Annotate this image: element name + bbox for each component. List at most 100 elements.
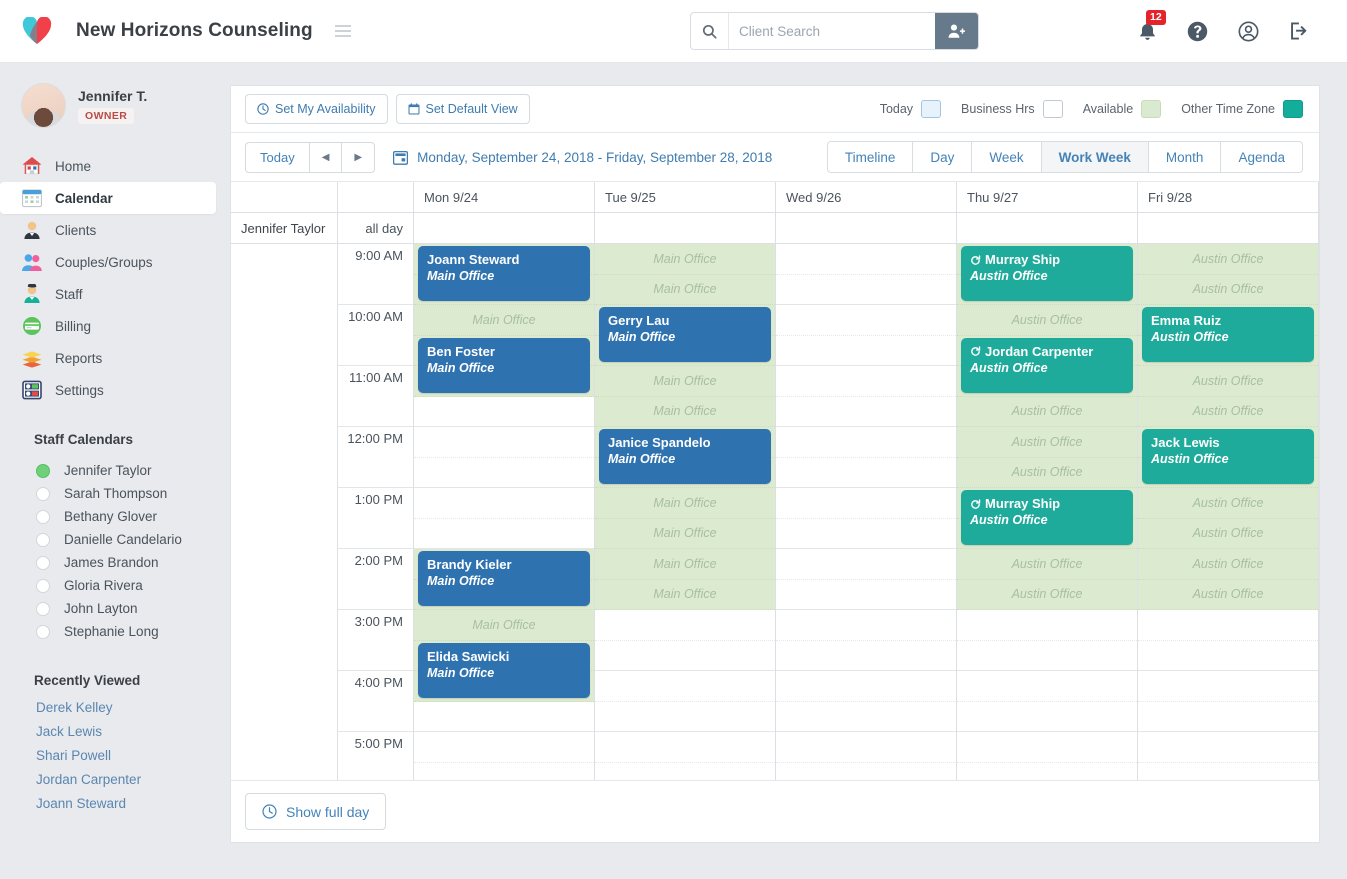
hour-slot[interactable] [414,488,594,549]
calendar-event[interactable]: Emma RuizAustin Office [1142,307,1314,362]
hour-slot[interactable] [1138,671,1318,732]
recently-viewed-link[interactable]: Jordan Carpenter [36,772,230,787]
all-day-cell[interactable] [957,213,1138,243]
hour-slot[interactable] [595,671,775,732]
hour-slot[interactable] [776,549,956,610]
calendar-event[interactable]: Janice SpandeloMain Office [599,429,771,484]
staff-calendar-item[interactable]: Danielle Candelario [0,528,230,551]
sidebar-item-calendar[interactable]: Calendar [0,182,216,214]
day-column[interactable]: Austin OfficeAustin OfficeAustin OfficeA… [957,244,1138,780]
hour-slot[interactable] [1138,610,1318,671]
availability-slot[interactable]: Austin Office [1138,366,1318,397]
availability-slot[interactable]: Main Office [414,610,594,641]
tab-day[interactable]: Day [912,141,972,173]
hour-slot[interactable] [595,732,775,780]
availability-slot[interactable]: Main Office [595,580,775,611]
hour-slot[interactable] [776,427,956,488]
availability-slot[interactable]: Austin Office [1138,519,1318,550]
calendar-event[interactable]: Murray ShipAustin Office [961,490,1133,545]
calendar-scroll-area[interactable]: Mon 9/24Tue 9/25Wed 9/26Thu 9/27Fri 9/28… [231,182,1319,780]
availability-slot[interactable]: Main Office [595,244,775,275]
availability-slot[interactable]: Austin Office [1138,397,1318,428]
calendar-event[interactable]: Jack LewisAustin Office [1142,429,1314,484]
recently-viewed-link[interactable]: Derek Kelley [36,700,230,715]
hour-slot[interactable] [414,427,594,488]
hamburger-icon[interactable] [335,25,351,37]
hour-slot[interactable] [957,610,1137,671]
calendar-event[interactable]: Brandy KielerMain Office [418,551,590,606]
tab-work-week[interactable]: Work Week [1041,141,1149,173]
hour-slot[interactable] [776,610,956,671]
calendar-event[interactable]: Joann StewardMain Office [418,246,590,301]
next-period-button[interactable]: ▶ [341,142,375,173]
availability-slot[interactable]: Austin Office [957,427,1137,458]
staff-calendar-item[interactable]: Gloria Rivera [0,574,230,597]
tab-agenda[interactable]: Agenda [1220,141,1303,173]
all-day-cell[interactable] [595,213,776,243]
availability-slot[interactable]: Austin Office [1138,549,1318,580]
bell-icon[interactable]: 12 [1138,21,1157,41]
hour-slot[interactable] [1138,732,1318,780]
availability-slot[interactable]: Austin Office [1138,275,1318,306]
availability-slot[interactable]: Main Office [595,397,775,428]
staff-calendar-item[interactable]: James Brandon [0,551,230,574]
staff-color-toggle[interactable] [36,625,50,639]
staff-color-toggle[interactable] [36,510,50,524]
availability-slot[interactable]: Main Office [595,519,775,550]
hour-slot[interactable] [776,488,956,549]
tab-week[interactable]: Week [971,141,1041,173]
availability-slot[interactable]: Main Office [595,275,775,306]
availability-slot[interactable]: Main Office [595,549,775,580]
availability-slot[interactable]: Austin Office [957,397,1137,428]
set-default-view-button[interactable]: Set Default View [396,94,530,124]
calendar-event[interactable]: Elida SawickiMain Office [418,643,590,698]
hour-slot[interactable] [776,244,956,305]
availability-slot[interactable]: Main Office [595,366,775,397]
add-user-icon[interactable] [935,13,978,49]
logout-icon[interactable] [1289,21,1309,41]
all-day-cell[interactable] [1138,213,1319,243]
sidebar-item-reports[interactable]: Reports [0,342,216,374]
calendar-event[interactable]: Murray ShipAustin Office [961,246,1133,301]
availability-slot[interactable]: Main Office [595,488,775,519]
recently-viewed-link[interactable]: Jack Lewis [36,724,230,739]
all-day-cell[interactable] [776,213,957,243]
profile-summary[interactable]: Jennifer T. OWNER [0,83,230,128]
all-day-cell[interactable] [414,213,595,243]
day-column[interactable]: Main OfficeMain OfficeMain OfficeMain Of… [595,244,776,780]
availability-slot[interactable]: Austin Office [1138,488,1318,519]
calendar-event[interactable]: Ben FosterMain Office [418,338,590,393]
hour-slot[interactable] [776,305,956,366]
staff-calendar-item[interactable]: Jennifer Taylor [0,459,230,482]
sidebar-item-clients[interactable]: Clients [0,214,216,246]
hour-slot[interactable] [776,671,956,732]
today-button[interactable]: Today [245,142,310,173]
staff-calendar-item[interactable]: Bethany Glover [0,505,230,528]
availability-slot[interactable]: Austin Office [957,549,1137,580]
hour-slot[interactable] [776,732,956,780]
help-circle-icon[interactable] [1187,21,1208,42]
availability-slot[interactable]: Austin Office [957,458,1137,489]
calendar-event[interactable]: Gerry LauMain Office [599,307,771,362]
availability-slot[interactable]: Austin Office [1138,244,1318,275]
staff-calendar-item[interactable]: Stephanie Long [0,620,230,643]
sidebar-item-settings[interactable]: Settings [0,374,216,406]
hour-slot[interactable] [414,732,594,780]
search-input[interactable] [729,13,935,49]
availability-slot[interactable]: Austin Office [957,305,1137,336]
staff-color-toggle[interactable] [36,602,50,616]
hour-slot[interactable] [957,671,1137,732]
tab-timeline[interactable]: Timeline [827,141,914,173]
availability-slot[interactable]: Austin Office [1138,580,1318,611]
user-circle-icon[interactable] [1238,21,1259,42]
day-column[interactable] [776,244,957,780]
set-my-availability-button[interactable]: Set My Availability [245,94,388,124]
calendar-event[interactable]: Jordan CarpenterAustin Office [961,338,1133,393]
staff-calendar-item[interactable]: Sarah Thompson [0,482,230,505]
staff-color-toggle[interactable] [36,579,50,593]
hour-slot[interactable] [957,732,1137,780]
staff-calendar-item[interactable]: John Layton [0,597,230,620]
staff-color-toggle[interactable] [36,533,50,547]
sidebar-item-home[interactable]: Home [0,150,216,182]
show-full-day-button[interactable]: Show full day [245,793,386,830]
